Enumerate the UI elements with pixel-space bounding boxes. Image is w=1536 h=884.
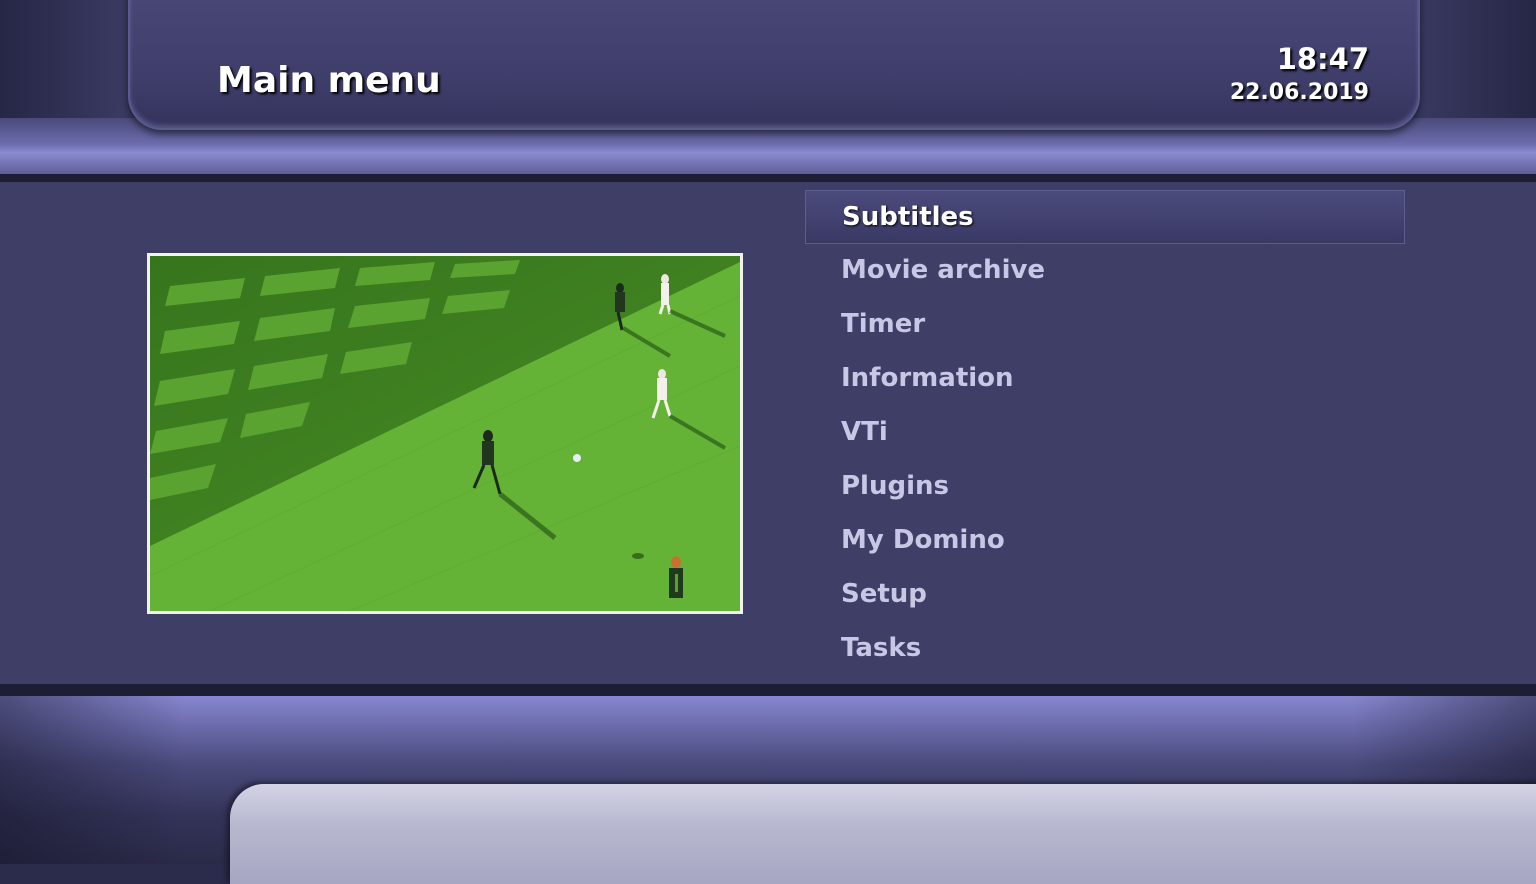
menu-item-plugins[interactable]: Plugins: [805, 460, 1405, 514]
page-title: Main menu: [217, 60, 441, 101]
bottom-info-panel: [230, 784, 1536, 884]
menu-item-information[interactable]: Information: [805, 352, 1405, 406]
menu-item-movie-archive[interactable]: Movie archive: [805, 244, 1405, 298]
tv-preview-window: [147, 253, 743, 614]
football-match-preview: [150, 256, 740, 611]
menu-item-tasks[interactable]: Tasks: [805, 622, 1405, 676]
clock-date: 22.06.2019: [1229, 80, 1369, 105]
menu-item-subtitles[interactable]: Subtitles: [805, 190, 1405, 244]
menu-item-my-domino[interactable]: My Domino: [805, 514, 1405, 568]
clock-time: 18:47: [1276, 42, 1369, 76]
menu-item-setup[interactable]: Setup: [805, 568, 1405, 622]
main-menu-list: Subtitles Movie archive Timer Informatio…: [805, 190, 1405, 676]
top-separator: [0, 174, 1536, 182]
menu-item-timer[interactable]: Timer: [805, 298, 1405, 352]
menu-item-vti[interactable]: VTi: [805, 406, 1405, 460]
bottom-separator: [0, 684, 1536, 696]
